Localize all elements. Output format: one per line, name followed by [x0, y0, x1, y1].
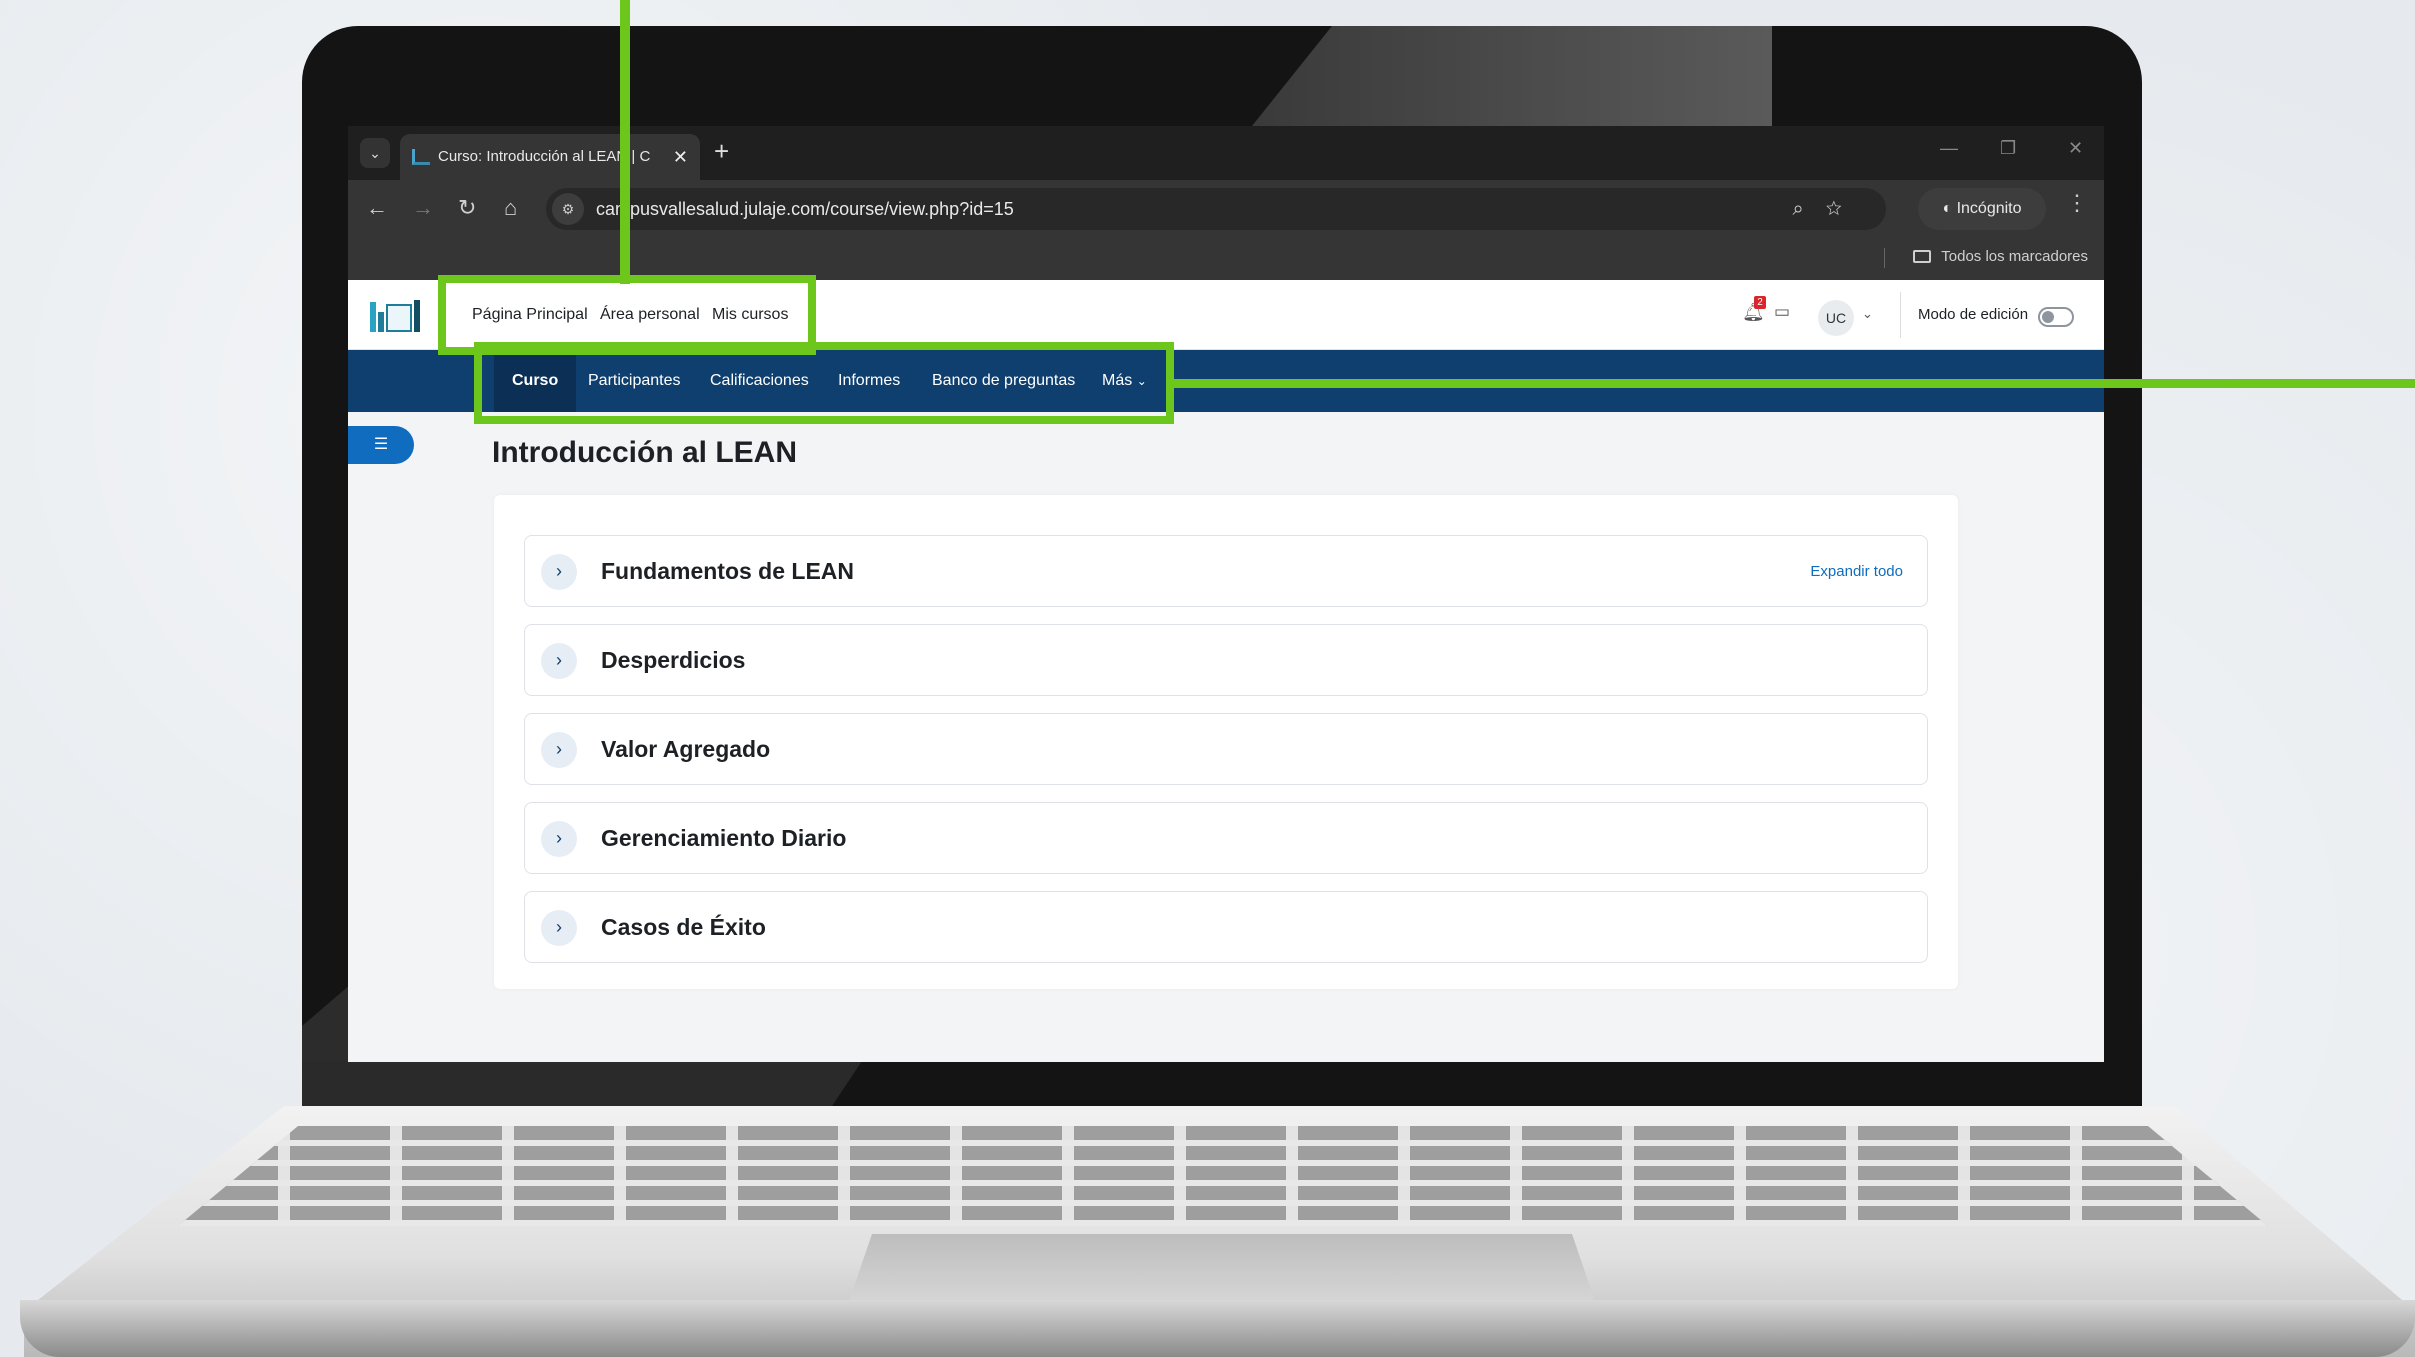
- tune-icon[interactable]: ⚙: [552, 193, 584, 225]
- restore-icon[interactable]: ❐: [2000, 138, 2016, 159]
- window-close-icon[interactable]: ✕: [2068, 138, 2083, 159]
- bookmarks-bar: Todos los marcadores: [348, 236, 2104, 280]
- expand-all-link[interactable]: Expandir todo: [1810, 563, 1903, 580]
- home-icon[interactable]: ⌂: [504, 194, 517, 222]
- site-favicon-icon: [412, 149, 430, 165]
- url-text: campusvallesalud.julaje.com/course/view.…: [596, 199, 1014, 219]
- lid-reflection: [1252, 26, 1772, 126]
- zoom-icon[interactable]: ⌕: [1792, 198, 1825, 220]
- section-title[interactable]: Desperdicios: [601, 647, 745, 674]
- highlight-secondary-nav: [474, 342, 1174, 424]
- address-bar[interactable]: ⚙ campusvallesalud.julaje.com/course/vie…: [546, 188, 1886, 230]
- laptop-screen: ⌄ Curso: Introducción al LEAN | C ✕ + — …: [348, 126, 2104, 1062]
- all-bookmarks-button[interactable]: Todos los marcadores: [1913, 248, 2088, 265]
- edit-mode-label: Modo de edición: [1918, 306, 2029, 323]
- incognito-icon: ◐: [1942, 200, 1957, 217]
- browser-tab[interactable]: Curso: Introducción al LEAN | C ✕: [400, 134, 700, 180]
- chevron-right-icon[interactable]: ›: [541, 554, 577, 590]
- chevron-down-icon[interactable]: ⌄: [360, 138, 390, 168]
- divider: [1900, 292, 1901, 338]
- browser-tab-bar: ⌄ Curso: Introducción al LEAN | C ✕ + — …: [348, 126, 2104, 180]
- tab-title: Curso: Introducción al LEAN | C: [438, 148, 651, 165]
- chevron-right-icon[interactable]: ›: [541, 643, 577, 679]
- course-section[interactable]: › Desperdicios: [524, 624, 1928, 696]
- avatar[interactable]: UC: [1818, 300, 1854, 336]
- section-title[interactable]: Fundamentos de LEAN: [601, 558, 854, 585]
- chevron-right-icon[interactable]: ›: [541, 732, 577, 768]
- chevron-right-icon[interactable]: ›: [541, 910, 577, 946]
- all-bookmarks-label: Todos los marcadores: [1941, 248, 2088, 265]
- arrow-left-icon[interactable]: ←: [366, 194, 388, 222]
- page-title: Introducción al LEAN: [492, 436, 798, 469]
- course-section[interactable]: › Fundamentos de LEAN Expandir todo: [524, 535, 1928, 607]
- browser-toolbar: ← → ↻ ⌂ ⚙ campusvallesalud.julaje.com/co…: [348, 180, 2104, 236]
- minimize-icon[interactable]: —: [1940, 138, 1958, 159]
- section-title[interactable]: Casos de Éxito: [601, 914, 766, 941]
- course-section[interactable]: › Valor Agregado: [524, 713, 1928, 785]
- new-tab-button[interactable]: +: [714, 136, 729, 166]
- chevron-down-icon[interactable]: ⌄: [1862, 306, 1873, 322]
- incognito-label: Incógnito: [1956, 200, 2022, 217]
- course-content: › Fundamentos de LEAN Expandir todo › De…: [494, 495, 1958, 989]
- laptop-base-front: [20, 1300, 2415, 1357]
- keyboard-rows: [178, 1126, 2268, 1226]
- reload-icon[interactable]: ↻: [458, 194, 476, 222]
- star-icon[interactable]: ☆: [1826, 198, 1864, 220]
- course-section[interactable]: › Casos de Éxito: [524, 891, 1928, 963]
- course-section[interactable]: › Gerenciamiento Diario: [524, 802, 1928, 874]
- list-icon: ☰: [373, 436, 389, 453]
- folder-icon: [1913, 250, 1932, 263]
- section-title[interactable]: Valor Agregado: [601, 736, 770, 763]
- more-vertical-icon[interactable]: ⋮: [2066, 190, 2088, 216]
- bookmarks-divider: [1884, 248, 1885, 268]
- site-logo[interactable]: [368, 298, 428, 336]
- edit-mode-toggle[interactable]: [2038, 307, 2074, 327]
- section-title[interactable]: Gerenciamiento Diario: [601, 825, 846, 852]
- incognito-indicator[interactable]: ◐ Incógnito: [1918, 188, 2046, 230]
- highlight-connector-top: [620, 0, 630, 284]
- close-icon[interactable]: ✕: [673, 134, 688, 180]
- notification-count-badge: 2: [1754, 296, 1766, 309]
- course-index-toggle[interactable]: ☰: [348, 426, 414, 464]
- chat-icon[interactable]: ▭: [1774, 302, 1790, 322]
- chevron-right-icon[interactable]: ›: [541, 821, 577, 857]
- trackpad: [848, 1234, 1596, 1304]
- highlight-connector-right: [1170, 379, 2415, 388]
- arrow-right-icon[interactable]: →: [412, 194, 434, 222]
